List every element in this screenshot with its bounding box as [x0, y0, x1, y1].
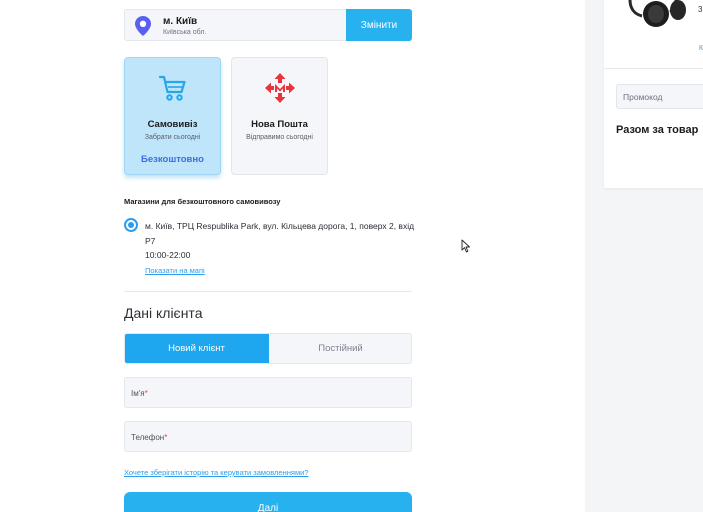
location-pin-icon: [135, 16, 151, 36]
divider: [124, 291, 412, 292]
divider: [604, 68, 703, 69]
mouse-cursor-icon: [461, 239, 470, 253]
delivery-price: Безкоштовно: [141, 154, 204, 165]
next-button[interactable]: Далі: [124, 492, 412, 512]
delivery-subtitle: Забрати сьогодні: [144, 134, 201, 141]
name-field-label: Ім'я*: [131, 389, 148, 398]
delivery-option-pickup[interactable]: Самовивіз Забрати сьогодні Безкоштовно: [124, 57, 221, 175]
checkout-page: м. Київ Київська обл. Змінити Самовивіз …: [0, 0, 703, 512]
delivery-option-nova-poshta[interactable]: Нова Пошта Відправимо сьогодні: [231, 57, 328, 175]
required-mark: *: [164, 433, 168, 442]
order-total-label: Разом за товар: [616, 124, 699, 136]
headphones-product-image: [628, 0, 686, 27]
save-history-link[interactable]: Хочете зберігати історію та керувати зам…: [124, 468, 308, 477]
product-link-fragment[interactable]: К: [699, 45, 703, 52]
stores-section-title: Магазини для безкоштовного самовивозу: [124, 197, 281, 206]
nova-poshta-logo: [264, 73, 295, 103]
store-radio[interactable]: [124, 218, 138, 232]
required-mark: *: [144, 389, 148, 398]
cart-item-count: 3: [698, 5, 703, 14]
city-region: Київська обл.: [163, 29, 207, 36]
client-type-tabs: Новий клієнт Постійний: [124, 333, 412, 364]
change-city-button[interactable]: Змінити: [346, 9, 412, 41]
promo-code-input[interactable]: Промокод: [616, 84, 703, 109]
phone-field[interactable]: Телефон*: [124, 421, 412, 452]
store-hours: 10:00-22:00: [145, 250, 191, 260]
cart-icon: [158, 75, 186, 101]
city-name: м. Київ: [163, 16, 198, 27]
phone-field-label: Телефон*: [131, 433, 168, 442]
delivery-title: Нова Пошта: [251, 119, 308, 130]
delivery-subtitle: Відправимо сьогодні: [246, 134, 313, 141]
tab-new-client[interactable]: Новий клієнт: [125, 334, 269, 363]
client-section-title: Дані клієнта: [124, 305, 203, 321]
city-selector: м. Київ Київська обл. Змінити: [124, 9, 412, 41]
delivery-title: Самовивіз: [147, 119, 198, 130]
tab-regular-client[interactable]: Постійний: [269, 334, 411, 363]
show-on-map-link[interactable]: Показати на мапі: [145, 266, 205, 275]
store-address: м. Київ, ТРЦ Respublika Park, вул. Кільц…: [145, 221, 415, 246]
name-field[interactable]: Ім'я*: [124, 377, 412, 408]
